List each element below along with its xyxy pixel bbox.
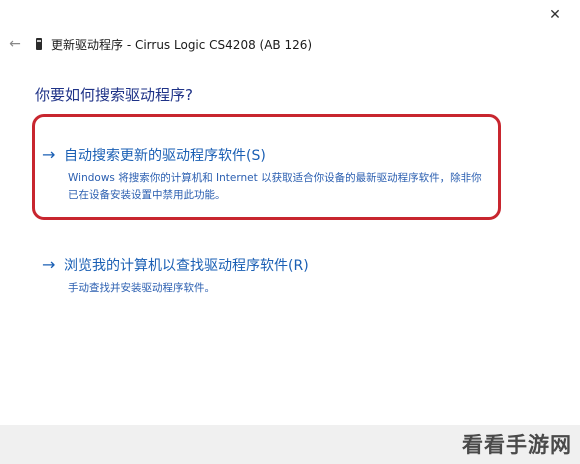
device-icon [36, 38, 42, 50]
site-watermark: 看看手游网 [462, 433, 572, 457]
footer-band: 看看手游网 [0, 425, 580, 464]
auto-search-option[interactable]: → 自动搜索更新的驱动程序软件(S) Windows 将搜索你的计算机和 Int… [42, 145, 502, 204]
arrow-right-icon: → [42, 145, 56, 164]
browse-computer-option[interactable]: → 浏览我的计算机以查找驱动程序软件(R) 手动查找并安装驱动程序软件。 [42, 255, 502, 297]
wizard-header: ← 更新驱动程序 - Cirrus Logic CS4208 (AB 126) [0, 33, 580, 57]
driver-update-window: ✕ ← 更新驱动程序 - Cirrus Logic CS4208 (AB 126… [0, 0, 580, 464]
back-arrow-icon: ← [9, 36, 21, 52]
auto-search-description: Windows 将搜索你的计算机和 Internet 以获取适合你设备的最新驱动… [68, 172, 482, 201]
search-question-heading: 你要如何搜索驱动程序? [35, 86, 193, 104]
title-bar: ✕ [0, 0, 580, 30]
browse-computer-description: 手动查找并安装驱动程序软件。 [68, 282, 215, 294]
arrow-right-icon: → [42, 255, 56, 274]
close-button[interactable]: ✕ [544, 4, 566, 26]
close-icon: ✕ [549, 7, 561, 23]
browse-computer-title[interactable]: 浏览我的计算机以查找驱动程序软件(R) [64, 255, 309, 275]
auto-search-title[interactable]: 自动搜索更新的驱动程序软件(S) [64, 145, 266, 165]
back-button[interactable]: ← [6, 35, 24, 53]
wizard-title: 更新驱动程序 - Cirrus Logic CS4208 (AB 126) [51, 38, 313, 52]
